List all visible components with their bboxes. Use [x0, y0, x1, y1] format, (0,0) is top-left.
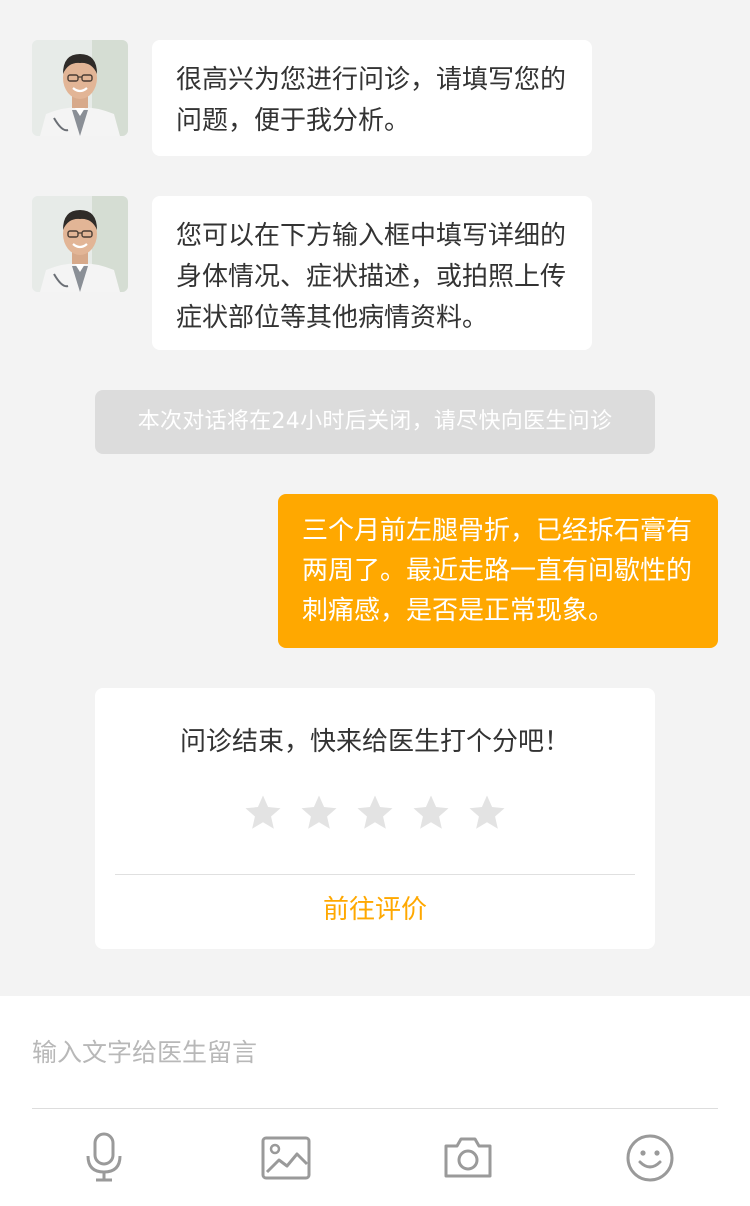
divider	[115, 874, 635, 875]
star-icon[interactable]	[466, 792, 508, 834]
doctor-message-bubble: 您可以在下方输入框中填写详细的身体情况、症状描述，或拍照上传症状部位等其他病情资…	[152, 196, 592, 350]
doctor-avatar[interactable]	[32, 196, 128, 292]
rating-title: 问诊结束，快来给医生打个分吧！	[179, 727, 570, 757]
doctor-portrait-icon	[32, 40, 128, 136]
star-icon[interactable]	[242, 792, 284, 834]
camera-button[interactable]	[440, 1130, 496, 1186]
user-message-bubble: 三个月前左腿骨折，已经拆石膏有两周了。最近走路一直有间歇性的刺痛感，是否是正常现…	[278, 494, 718, 648]
star-icon[interactable]	[298, 792, 340, 834]
camera-icon	[444, 1137, 492, 1178]
doctor-message-bubble: 很高兴为您进行问诊，请填写您的问题，便于我分析。	[152, 40, 592, 156]
emoji-button[interactable]	[622, 1130, 678, 1186]
rating-card: 问诊结束，快来给医生打个分吧！ 前往评价	[95, 688, 655, 949]
chat-area: 很高兴为您进行问诊，请填写您的问题，便于我分析。 您可以在下方输入框中填写详细的…	[0, 0, 750, 996]
star-icon[interactable]	[410, 792, 452, 834]
microphone-icon	[86, 1132, 122, 1182]
divider	[32, 1108, 718, 1109]
message-input[interactable]	[32, 1022, 718, 1082]
doctor-portrait-icon	[32, 196, 128, 292]
star-rating	[95, 792, 655, 834]
voice-button[interactable]	[76, 1130, 132, 1186]
input-bar	[0, 996, 750, 1206]
star-icon[interactable]	[354, 792, 396, 834]
doctor-avatar[interactable]	[32, 40, 128, 136]
emoji-icon	[626, 1134, 674, 1182]
go-rate-link[interactable]: 前往评价	[95, 882, 655, 938]
image-button[interactable]	[258, 1130, 314, 1186]
image-icon	[261, 1136, 311, 1180]
system-notice: 本次对话将在24小时后关闭，请尽快向医生问诊	[95, 390, 655, 454]
